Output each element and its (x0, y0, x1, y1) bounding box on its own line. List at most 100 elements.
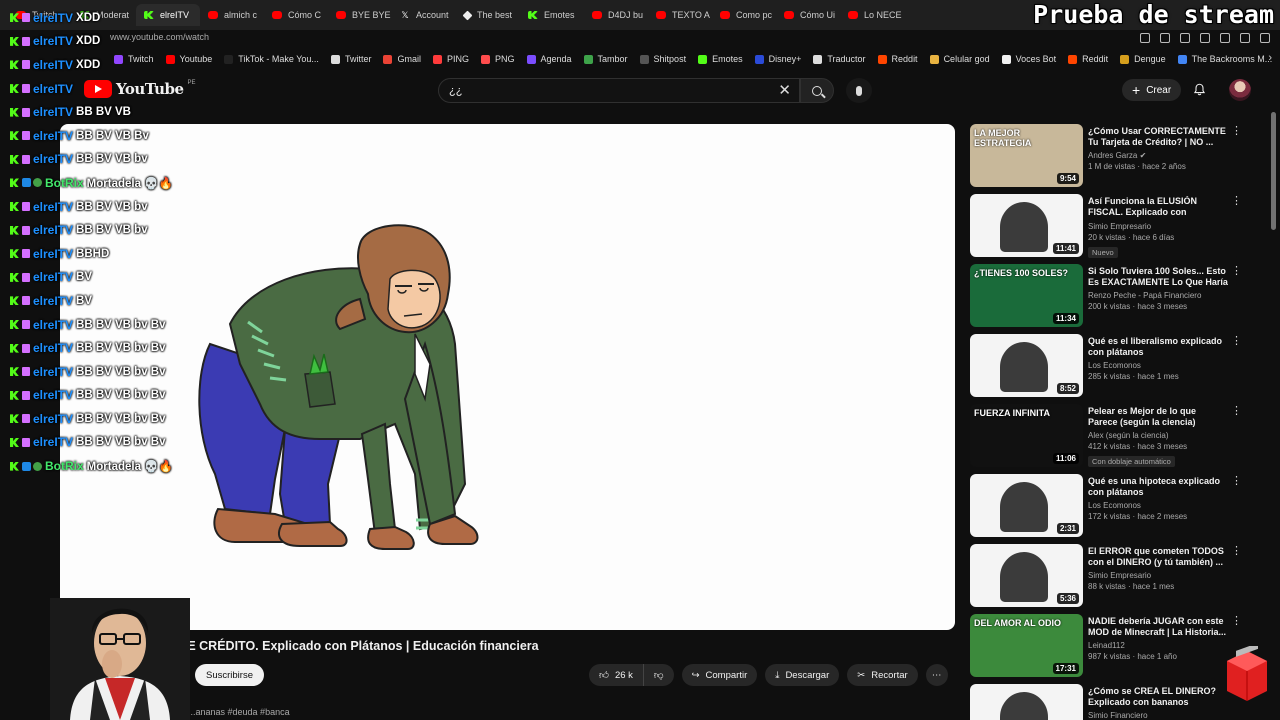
video-thumbnail[interactable]: 8:52 (970, 334, 1083, 397)
clear-search-icon[interactable]: ✕ (778, 83, 791, 98)
share-button[interactable]: ↪ Compartir (681, 664, 758, 686)
search-button[interactable] (800, 78, 834, 103)
channel-name[interactable]: Andres Garza ✔ (1088, 151, 1228, 160)
stream-chat-overlay: elreITV XDD elreITV XDD elreITV XDD elreITV elr… (10, 6, 200, 478)
video-title[interactable]: ¿Cómo se CREA EL DINERO? Explicado con b… (1088, 686, 1228, 708)
dislike-button[interactable]: 👎︎ (642, 664, 674, 686)
channel-name[interactable]: Leinad112 (1088, 641, 1228, 650)
more-options-icon[interactable]: ⋮ (1231, 196, 1242, 207)
browser-tab[interactable]: almich c (200, 4, 264, 26)
extension-icon[interactable] (1220, 33, 1230, 43)
recommended-video[interactable]: ¿TIENES 100 SOLES? 11:34 Si Solo Tuviera 1… (970, 264, 1260, 334)
more-actions-button[interactable]: ⋯ (925, 664, 948, 686)
account-avatar[interactable] (1229, 79, 1251, 101)
video-thumbnail[interactable]: 2:31 (970, 474, 1083, 537)
browser-tab[interactable]: D4DJ bu (584, 4, 648, 26)
extension-icon[interactable] (1160, 33, 1170, 43)
browser-tab[interactable]: 𝕏 Account (392, 4, 456, 26)
video-title[interactable]: Así Funciona la ELUSIÓN FISCAL. Explicad… (1088, 196, 1228, 219)
extension-icon[interactable] (1200, 33, 1210, 43)
browser-tab[interactable]: BYE BYE (328, 4, 392, 26)
bookmark-item[interactable]: Twitter (325, 54, 378, 64)
video-title[interactable]: Si Solo Tuviera 100 Soles... Esto Es EXA… (1088, 266, 1228, 288)
more-options-icon[interactable]: ⋮ (1231, 476, 1242, 487)
channel-name[interactable]: Alex (según la ciencia) (1088, 431, 1228, 440)
bookmark-item[interactable]: Disney+ (749, 54, 808, 64)
channel-name[interactable]: Los Ecomonos (1088, 361, 1228, 370)
bookmark-item[interactable]: Shitpost (634, 54, 693, 64)
recommended-video[interactable]: ¿Cómo se CREA EL DINERO? Explicado con b… (970, 684, 1260, 720)
bookmark-item[interactable]: Reddit (872, 54, 924, 64)
channel-name[interactable]: Simio Financiero (1088, 711, 1228, 720)
browser-tab[interactable]: TEXTO A (648, 4, 712, 26)
recommended-video[interactable]: LA MEJOR ESTRATEGIA 9:54 ¿Cómo Usar CORREC… (970, 124, 1260, 194)
video-title[interactable]: NADIE debería JUGAR con este MOD de Mine… (1088, 616, 1228, 638)
bookmark-favicon-icon (929, 54, 939, 64)
search-input[interactable]: ¿¿ ✕ (438, 78, 800, 103)
create-label: Crear (1146, 84, 1172, 96)
create-button[interactable]: + Crear (1122, 79, 1182, 101)
download-button[interactable]: ⤓ Descargar (765, 664, 840, 686)
bookmark-item[interactable]: The Backrooms M... (1172, 54, 1279, 64)
recommended-video[interactable]: DEL AMOR AL ODIO 17:31 NADIE debería JUGAR… (970, 614, 1260, 684)
video-thumbnail[interactable]: LA MEJOR ESTRATEGIA 9:54 (970, 124, 1083, 187)
video-thumbnail[interactable]: 5:36 (970, 544, 1083, 607)
more-options-icon[interactable]: ⋮ (1231, 616, 1242, 627)
subscribe-button[interactable]: Suscribirse (195, 664, 264, 686)
video-thumbnail[interactable]: FUERZA INFINITA 11:06 (970, 404, 1083, 467)
browser-tab[interactable]: Lo NECE (840, 4, 904, 26)
kick-badge-icon (10, 296, 19, 306)
video-title[interactable]: El ERROR que cometen TODOS con el DINERO… (1088, 546, 1228, 568)
bookmark-item[interactable]: Tambor (578, 54, 634, 64)
bookmark-item[interactable]: Dengue (1114, 54, 1172, 64)
video-thumbnail[interactable]: 11:41 (970, 194, 1083, 257)
more-options-icon[interactable]: ⋮ (1231, 266, 1242, 277)
clip-button[interactable]: ✂ Recortar (847, 664, 918, 686)
bookmark-item[interactable]: PNG (475, 54, 521, 64)
video-title[interactable]: Qué es una hipoteca explicado con plátan… (1088, 476, 1228, 498)
extension-icon[interactable] (1140, 33, 1150, 43)
browser-tab[interactable]: Como pc (712, 4, 776, 26)
more-options-icon[interactable]: ⋮ (1231, 126, 1242, 137)
bookmark-item[interactable]: Gmail (377, 54, 427, 64)
video-title[interactable]: ¿Cómo Usar CORRECTAMENTE Tu Tarjeta de C… (1088, 126, 1228, 148)
browser-tab[interactable]: Cómo Ui (776, 4, 840, 26)
bookmark-item[interactable]: Celular god (924, 54, 996, 64)
more-options-icon[interactable]: ⋮ (1231, 546, 1242, 557)
bookmark-item[interactable]: PING (427, 54, 475, 64)
video-thumbnail[interactable]: ¿TIENES 100 SOLES? 11:34 (970, 264, 1083, 327)
recommended-video[interactable]: FUERZA INFINITA 11:06 Pelear es Mejor de l… (970, 404, 1260, 474)
video-thumbnail[interactable]: DEL AMOR AL ODIO 17:31 (970, 614, 1083, 677)
bookmark-item[interactable]: Agenda (521, 54, 578, 64)
channel-name[interactable]: Simio Empresario (1088, 222, 1228, 231)
channel-name[interactable]: Los Ecomonos (1088, 501, 1228, 510)
voice-search-button[interactable] (846, 78, 872, 103)
bookmark-item[interactable]: Voces Bot (996, 54, 1063, 64)
download-icon[interactable] (1240, 33, 1250, 43)
bookmark-item[interactable]: TikTok - Make You... (218, 54, 325, 64)
browser-tab[interactable]: The best (456, 4, 520, 26)
channel-name[interactable]: Simio Empresario (1088, 571, 1228, 580)
recommended-video[interactable]: 5:36 El ERROR que cometen TODOS con el DI… (970, 544, 1260, 614)
channel-name[interactable]: Renzo Peche - Papá Financiero (1088, 291, 1228, 300)
recommended-video[interactable]: 2:31 Qué es una hipoteca explicado con pl… (970, 474, 1260, 544)
more-options-icon[interactable]: ⋮ (1231, 336, 1242, 347)
browser-tab[interactable]: Cómo C (264, 4, 328, 26)
video-title[interactable]: Qué es el liberalismo explicado con plát… (1088, 336, 1228, 358)
more-options-icon[interactable]: ⋮ (1231, 406, 1242, 417)
extension-icon[interactable] (1180, 33, 1190, 43)
recommended-video[interactable]: 8:52 Qué es el liberalismo explicado con … (970, 334, 1260, 404)
bookmarks-overflow-icon[interactable]: › (1268, 52, 1272, 64)
description-snippet[interactable]: ...ananas #deuda #banca (188, 707, 290, 717)
browser-tab[interactable]: Emotes (520, 4, 584, 26)
menu-icon[interactable] (1260, 33, 1270, 43)
recommended-video[interactable]: 11:41 Así Funciona la ELUSIÓN FISCAL. Exp… (970, 194, 1260, 264)
bookmark-item[interactable]: Traductor (807, 54, 871, 64)
page-scrollbar[interactable] (1271, 112, 1276, 230)
notifications-bell-icon[interactable] (1193, 83, 1206, 96)
like-button[interactable]: 👍︎ 26 k (589, 664, 643, 686)
bookmark-item[interactable]: Reddit (1062, 54, 1114, 64)
video-thumbnail[interactable] (970, 684, 1083, 720)
bookmark-item[interactable]: Emotes (692, 54, 749, 64)
video-title[interactable]: Pelear es Mejor de lo que Parece (según … (1088, 406, 1228, 428)
